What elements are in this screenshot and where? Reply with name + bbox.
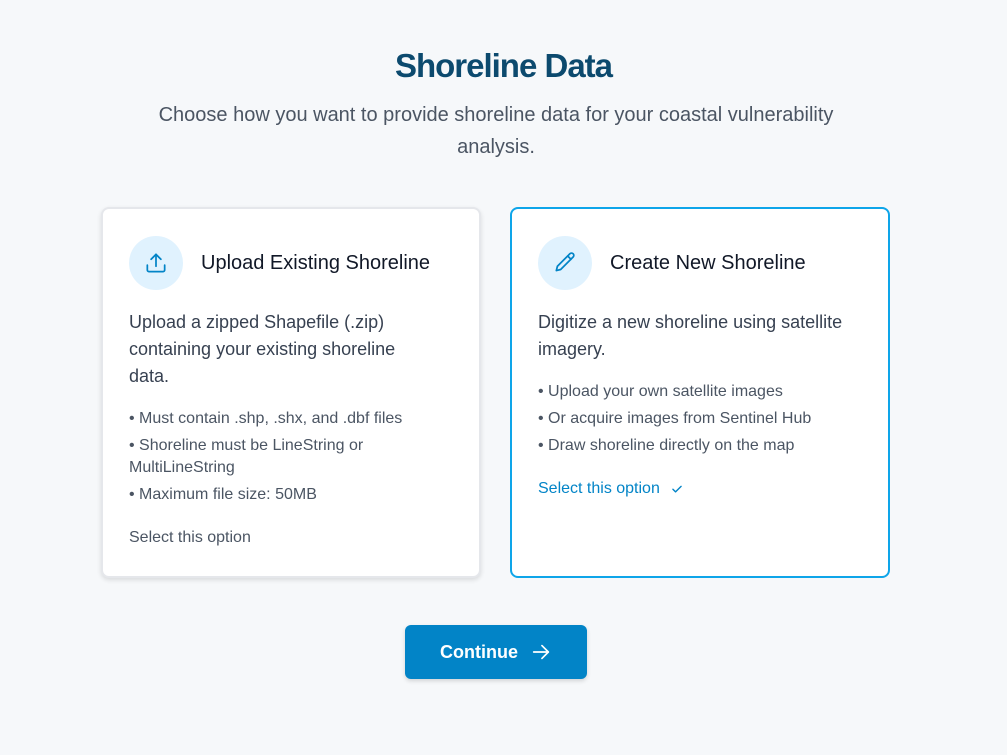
card-header: Create New Shoreline (538, 236, 806, 290)
select-option-link[interactable]: Select this option (538, 480, 684, 498)
continue-label: Continue (440, 641, 518, 662)
card-header: Upload Existing Shoreline (129, 236, 430, 290)
card-description: Upload a zipped Shapefile (.zip) contain… (129, 312, 396, 386)
list-item: • Or acquire images from Sentinel Hub (538, 410, 812, 427)
check-icon (670, 482, 684, 496)
card-title: Create New Shoreline (610, 251, 806, 274)
card-title: Upload Existing Shoreline (201, 251, 431, 274)
select-option-label: Select this option (538, 480, 660, 497)
list-item: • Shoreline must be LineString or MultiL… (129, 437, 364, 476)
list-item: • Maximum file size: 50MB (129, 486, 317, 503)
arrow-right-icon (530, 641, 552, 663)
page-title: Shoreline Data (394, 47, 613, 84)
card-description: Digitize a new shoreline using satellite… (538, 312, 843, 359)
upload-icon (129, 236, 183, 290)
features-list: • Upload your own satellite images • Or … (538, 381, 858, 462)
pencil-icon (538, 236, 592, 290)
option-card-create[interactable]: Create New Shoreline Digitize a new shor… (510, 207, 890, 578)
continue-button[interactable]: Continue (405, 625, 587, 679)
list-item: • Draw shoreline directly on the map (538, 437, 795, 454)
list-item: • Upload your own satellite images (538, 383, 783, 400)
requirements-list: • Must contain .shp, .shx, and .dbf file… (129, 408, 449, 511)
option-card-upload[interactable]: Upload Existing Shoreline Upload a zippe… (101, 207, 481, 578)
list-item: • Must contain .shp, .shx, and .dbf file… (129, 410, 403, 427)
select-option-label: Select this option (129, 529, 251, 546)
select-option-link[interactable]: Select this option (129, 529, 251, 547)
page-subtitle: Choose how you want to provide shoreline… (158, 104, 834, 158)
